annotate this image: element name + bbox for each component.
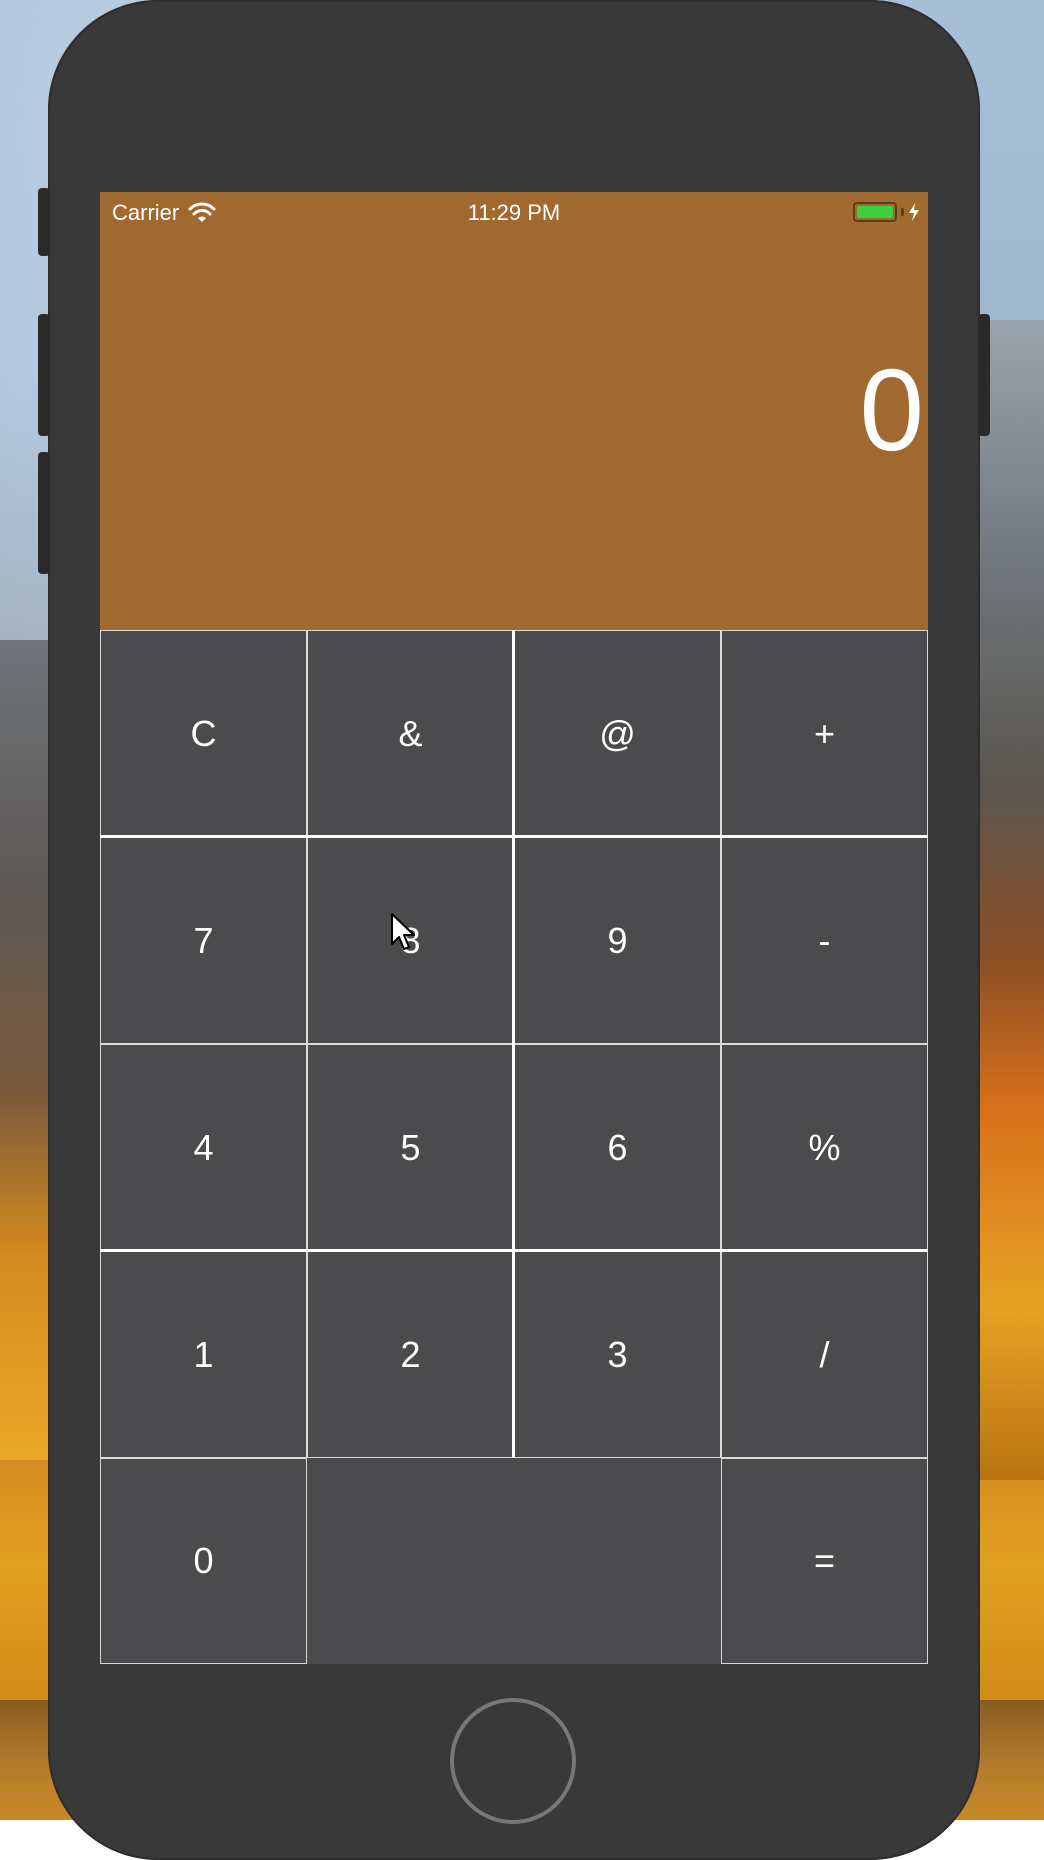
mute-switch (38, 188, 50, 256)
digit-5-button[interactable]: 5 (307, 1044, 514, 1251)
status-time: 11:29 PM (467, 200, 561, 225)
divider-line (512, 630, 515, 1458)
clear-button[interactable]: C (100, 630, 307, 837)
at-button[interactable]: @ (514, 630, 721, 837)
divide-button[interactable]: / (721, 1251, 928, 1458)
battery-icon (853, 202, 897, 222)
subtract-button[interactable]: - (721, 837, 928, 1044)
home-button[interactable] (450, 1698, 576, 1824)
divider-line (100, 1249, 928, 1252)
add-button[interactable]: + (721, 630, 928, 837)
digit-3-button[interactable]: 3 (514, 1251, 721, 1458)
battery-group (853, 202, 920, 222)
power-button (978, 314, 990, 436)
app-screen: Carrier 11:29 PM 0 C & @ + 7 8 9 - 4 5 6… (100, 192, 928, 1664)
battery-cap (901, 208, 904, 216)
calculator-display: Carrier 11:29 PM 0 (100, 192, 928, 630)
volume-up-button (38, 314, 50, 436)
result-value: 0 (859, 345, 924, 475)
status-bar: Carrier 11:29 PM (100, 192, 928, 232)
digit-1-button[interactable]: 1 (100, 1251, 307, 1458)
percent-button[interactable]: % (721, 1044, 928, 1251)
battery-level (857, 206, 893, 218)
keypad: C & @ + 7 8 9 - 4 5 6 % 1 2 3 / 0 = (100, 630, 928, 1664)
wallpaper-right-mountains (974, 320, 1044, 1480)
blank-wide-button[interactable] (307, 1458, 721, 1664)
ampersand-button[interactable]: & (307, 630, 514, 837)
digit-0-button[interactable]: 0 (100, 1458, 307, 1664)
digit-4-button[interactable]: 4 (100, 1044, 307, 1251)
digit-8-button[interactable]: 8 (307, 837, 514, 1044)
digit-6-button[interactable]: 6 (514, 1044, 721, 1251)
equals-button[interactable]: = (721, 1458, 928, 1664)
digit-7-button[interactable]: 7 (100, 837, 307, 1044)
charging-bolt-icon (909, 203, 919, 221)
divider-line (100, 835, 928, 838)
volume-down-button (38, 452, 50, 574)
digit-9-button[interactable]: 9 (514, 837, 721, 1044)
digit-2-button[interactable]: 2 (307, 1251, 514, 1458)
